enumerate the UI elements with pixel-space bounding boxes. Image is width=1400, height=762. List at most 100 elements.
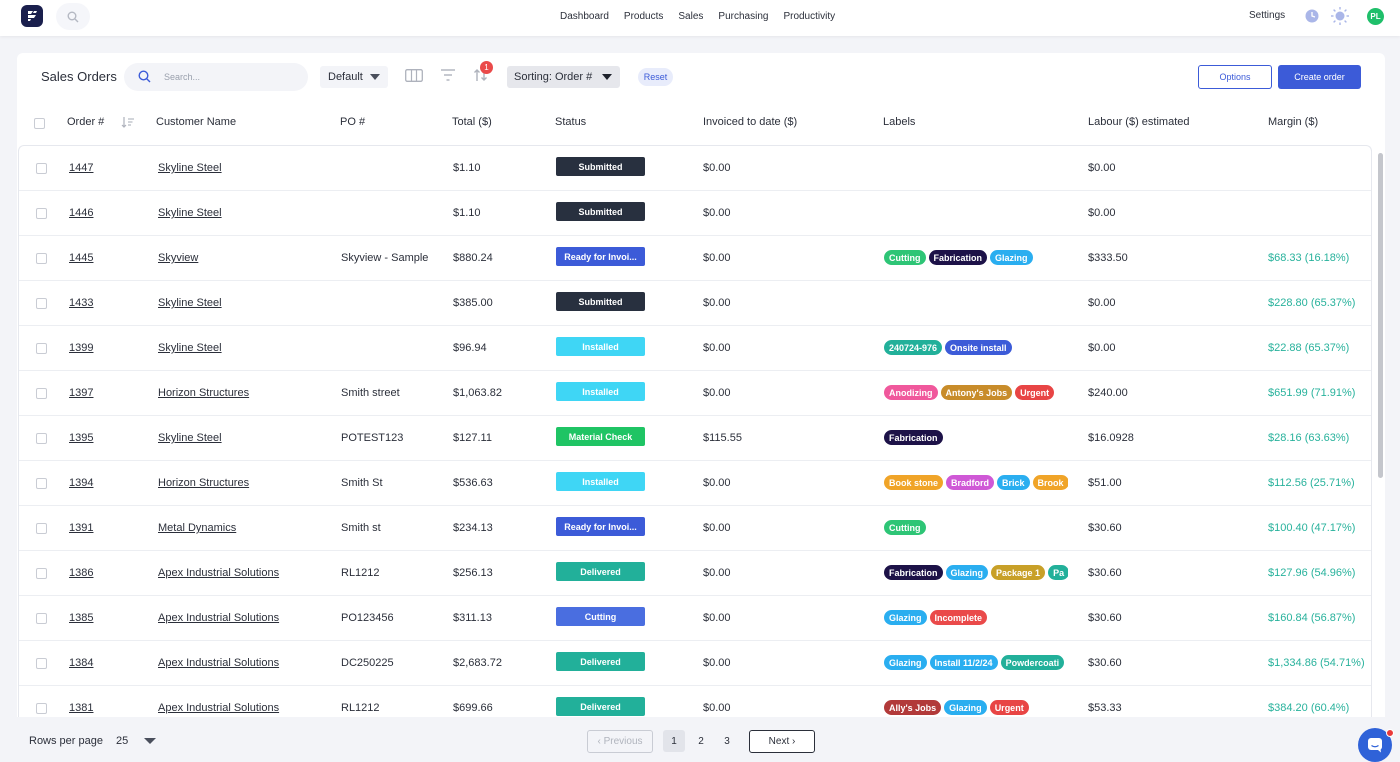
sort-count-badge: 1 [480, 61, 493, 74]
sorting-select[interactable]: Sorting: Order # [507, 66, 620, 88]
order-number-link[interactable]: 1447 [69, 162, 93, 174]
customer-name-link[interactable]: Apex Industrial Solutions [158, 567, 279, 579]
nav-productivity[interactable]: Productivity [783, 11, 835, 22]
table-row[interactable]: 1445 Skyview Skyview - Sample $880.24 Ready … [19, 236, 1371, 281]
table-row[interactable]: 1447 Skyline Steel $1.10 Submitted $0.00 $0.0… [19, 146, 1371, 191]
table-row[interactable]: 1386 Apex Industrial Solutions RL1212 $256.… [19, 551, 1371, 596]
options-button[interactable]: Options [1198, 65, 1272, 89]
order-number-link[interactable]: 1385 [69, 612, 93, 624]
label-chip: Glazing [990, 250, 1033, 265]
table-row[interactable]: 1381 Apex Industrial Solutions RL1212 $699.… [19, 686, 1371, 717]
row-checkbox[interactable] [36, 568, 47, 579]
order-number-link[interactable]: 1381 [69, 702, 93, 714]
order-number-link[interactable]: 1445 [69, 252, 93, 264]
labels-list: Anodizing Antony's Jobs Urgent [884, 385, 1068, 401]
customer-name-link[interactable]: Skyline Steel [158, 297, 222, 309]
table-row[interactable]: 1391 Metal Dynamics Smith st $234.13 Ready f… [19, 506, 1371, 551]
nav-dashboard[interactable]: Dashboard [560, 11, 609, 22]
customer-name-link[interactable]: Skyline Steel [158, 207, 222, 219]
customer-name-link[interactable]: Skyview [158, 252, 198, 264]
customer-name-link[interactable]: Skyline Steel [158, 162, 222, 174]
order-number-link[interactable]: 1394 [69, 477, 93, 489]
column-header-invoiced[interactable]: Invoiced to date ($) [703, 116, 797, 128]
reset-button[interactable]: Reset [638, 68, 673, 86]
next-page-button[interactable]: Next › [749, 730, 815, 753]
table-row[interactable]: 1399 Skyline Steel $96.94 Installed $0.00 240… [19, 326, 1371, 371]
row-checkbox[interactable] [36, 163, 47, 174]
column-header-customer[interactable]: Customer Name [156, 116, 236, 128]
customer-name-link[interactable]: Horizon Structures [158, 387, 249, 399]
po-number: RL1212 [341, 567, 380, 579]
invoiced-to-date: $0.00 [703, 567, 731, 579]
view-select[interactable]: Default [320, 66, 388, 88]
label-chip: Glazing [945, 565, 989, 580]
table-row[interactable]: 1446 Skyline Steel $1.10 Submitted $0.00 $0.0… [19, 191, 1371, 236]
table-row[interactable]: 1433 Skyline Steel $385.00 Submitted $0.00 $0… [19, 281, 1371, 326]
nav-sales[interactable]: Sales [678, 11, 703, 22]
filter-icon[interactable] [441, 69, 455, 84]
customer-name-link[interactable]: Skyline Steel [158, 432, 222, 444]
sun-icon[interactable] [1330, 6, 1350, 26]
page-3-button[interactable]: 3 [716, 730, 738, 752]
row-checkbox[interactable] [36, 433, 47, 444]
table-row[interactable]: 1384 Apex Industrial Solutions DC250225 $2,… [19, 641, 1371, 686]
column-header-labour[interactable]: Labour ($) estimated [1088, 116, 1190, 128]
search-icon[interactable] [56, 3, 90, 30]
clock-icon[interactable] [1305, 9, 1319, 23]
margin-value: $28.16 (63.63%) [1268, 432, 1350, 444]
column-header-margin[interactable]: Margin ($) [1268, 116, 1318, 128]
customer-name-link[interactable]: Skyline Steel [158, 342, 222, 354]
customer-name-link[interactable]: Apex Industrial Solutions [158, 657, 279, 669]
order-number-link[interactable]: 1399 [69, 342, 93, 354]
row-checkbox[interactable] [36, 658, 47, 669]
order-number-link[interactable]: 1391 [69, 522, 93, 534]
create-order-button[interactable]: Create order [1278, 65, 1361, 89]
order-number-link[interactable]: 1433 [69, 297, 93, 309]
customer-name-link[interactable]: Horizon Structures [158, 477, 249, 489]
row-checkbox[interactable] [36, 208, 47, 219]
rows-per-page-select[interactable]: 25 [116, 735, 128, 747]
row-checkbox[interactable] [36, 613, 47, 624]
table-row[interactable]: 1394 Horizon Structures Smith St $536.63 Ins… [19, 461, 1371, 506]
row-checkbox[interactable] [36, 388, 47, 399]
column-header-total[interactable]: Total ($) [452, 116, 492, 128]
order-number-link[interactable]: 1395 [69, 432, 93, 444]
customer-name-link[interactable]: Apex Industrial Solutions [158, 612, 279, 624]
column-header-status[interactable]: Status [555, 116, 586, 128]
order-total: $127.11 [453, 432, 492, 444]
page-2-button[interactable]: 2 [690, 730, 712, 752]
label-chip: Book stone [884, 475, 944, 490]
column-header-order[interactable]: Order # [67, 116, 104, 128]
row-checkbox[interactable] [36, 253, 47, 264]
chevron-down-icon[interactable] [144, 738, 156, 744]
table-row[interactable]: 1397 Horizon Structures Smith street $1,063… [19, 371, 1371, 416]
search-input[interactable] [164, 69, 294, 85]
row-checkbox[interactable] [36, 703, 47, 714]
columns-icon[interactable] [405, 69, 423, 85]
vertical-scrollbar[interactable] [1378, 153, 1383, 478]
order-number-link[interactable]: 1384 [69, 657, 93, 669]
table-row[interactable]: 1395 Skyline Steel POTEST123 $127.11 Materia… [19, 416, 1371, 461]
previous-page-button[interactable]: ‹ Previous [587, 730, 653, 753]
select-all-checkbox[interactable] [34, 118, 45, 129]
order-number-link[interactable]: 1397 [69, 387, 93, 399]
sort-descending-icon[interactable] [121, 116, 135, 131]
page-1-button[interactable]: 1 [663, 730, 685, 752]
nav-products[interactable]: Products [624, 11, 663, 22]
row-checkbox[interactable] [36, 523, 47, 534]
table-row[interactable]: 1385 Apex Industrial Solutions PO123456 $31… [19, 596, 1371, 641]
app-logo-icon[interactable] [21, 5, 43, 27]
order-number-link[interactable]: 1386 [69, 567, 93, 579]
order-number-link[interactable]: 1446 [69, 207, 93, 219]
avatar[interactable]: PL [1367, 8, 1384, 25]
row-checkbox[interactable] [36, 298, 47, 309]
customer-name-link[interactable]: Metal Dynamics [158, 522, 236, 534]
row-checkbox[interactable] [36, 343, 47, 354]
column-header-po[interactable]: PO # [340, 116, 365, 128]
nav-settings[interactable]: Settings [1249, 10, 1285, 21]
nav-purchasing[interactable]: Purchasing [718, 11, 768, 22]
column-header-labels[interactable]: Labels [883, 116, 915, 128]
row-checkbox[interactable] [36, 478, 47, 489]
margin-value: $100.40 (47.17%) [1268, 522, 1356, 534]
customer-name-link[interactable]: Apex Industrial Solutions [158, 702, 279, 714]
